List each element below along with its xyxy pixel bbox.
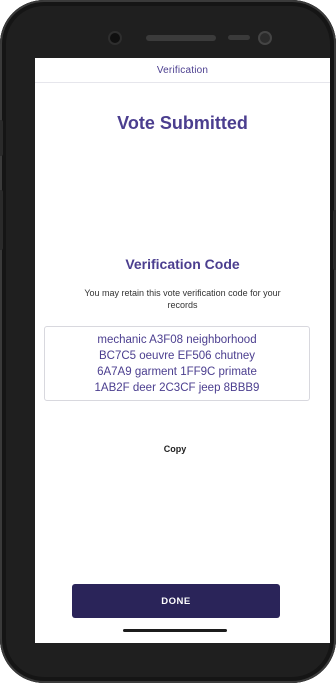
verification-code-text: mechanic A3F08 neighborhood BC7C5 oeuvre… (95, 332, 260, 396)
header-title: Verification (156, 64, 209, 76)
proximity-sensor (228, 35, 250, 40)
front-camera-icon (260, 33, 270, 43)
earpiece-speaker (146, 35, 216, 41)
code-line: 1AB2F deer 2C3CF jeep 8BBB9 (94, 381, 260, 394)
verification-code-box: mechanic A3F08 neighborhood BC7C5 oeuvre… (44, 326, 310, 401)
copy-button[interactable]: Copy (145, 444, 205, 454)
phone-frame: Verification Vote Submitted Verification… (0, 0, 336, 683)
volume-down-button (0, 190, 3, 250)
front-sensor-icon (110, 33, 120, 43)
app-screen: Verification Vote Submitted Verification… (35, 58, 330, 643)
verification-code-heading: Verification Code (125, 256, 240, 272)
page-title: Vote Submitted (117, 113, 248, 133)
retain-instructions: You may retain this vote verification co… (84, 288, 281, 310)
code-line: mechanic A3F08 neighborhood (97, 333, 257, 346)
code-line: 6A7A9 garment 1FF9C primate (97, 365, 257, 378)
app-header: Verification (35, 58, 330, 83)
code-line: BC7C5 oeuvre EF506 chutney (99, 349, 255, 362)
done-button[interactable]: DONE (72, 584, 280, 618)
home-indicator[interactable] (123, 629, 227, 632)
volume-up-button (0, 120, 3, 156)
